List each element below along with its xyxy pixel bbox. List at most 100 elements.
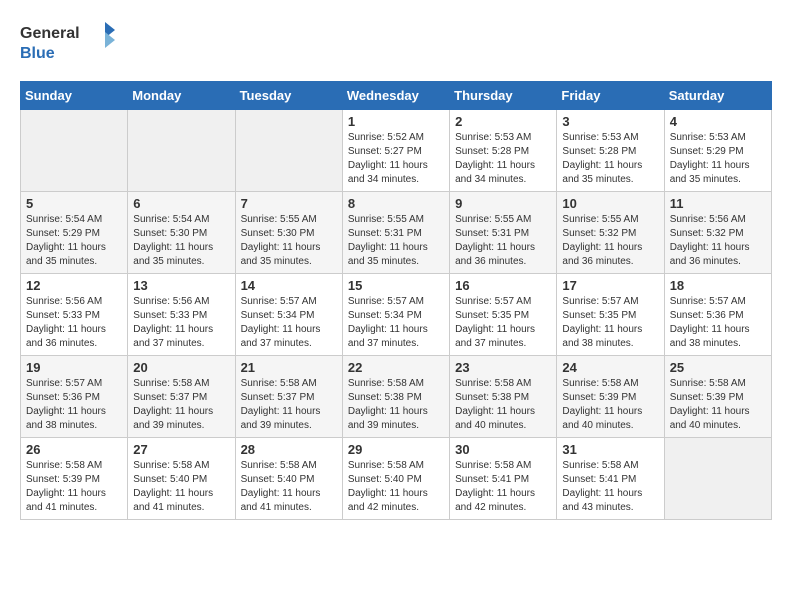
calendar-cell: 15 Sunrise: 5:57 AM Sunset: 5:34 PM Dayl… bbox=[342, 274, 449, 356]
calendar-cell: 9 Sunrise: 5:55 AM Sunset: 5:31 PM Dayli… bbox=[450, 192, 557, 274]
day-number: 20 bbox=[133, 360, 229, 375]
cell-text: Sunrise: 5:58 AM Sunset: 5:39 PM Dayligh… bbox=[670, 377, 766, 433]
cell-text: Sunrise: 5:54 AM Sunset: 5:29 PM Dayligh… bbox=[26, 213, 122, 269]
calendar-cell: 8 Sunrise: 5:55 AM Sunset: 5:31 PM Dayli… bbox=[342, 192, 449, 274]
day-number: 22 bbox=[348, 360, 444, 375]
calendar-cell: 4 Sunrise: 5:53 AM Sunset: 5:29 PM Dayli… bbox=[664, 110, 771, 192]
cell-text: Sunrise: 5:57 AM Sunset: 5:34 PM Dayligh… bbox=[241, 295, 337, 351]
cell-text: Sunrise: 5:58 AM Sunset: 5:38 PM Dayligh… bbox=[455, 377, 551, 433]
calendar-cell: 20 Sunrise: 5:58 AM Sunset: 5:37 PM Dayl… bbox=[128, 356, 235, 438]
calendar-cell: 30 Sunrise: 5:58 AM Sunset: 5:41 PM Dayl… bbox=[450, 438, 557, 520]
cell-text: Sunrise: 5:57 AM Sunset: 5:36 PM Dayligh… bbox=[670, 295, 766, 351]
calendar-week-row: 12 Sunrise: 5:56 AM Sunset: 5:33 PM Dayl… bbox=[21, 274, 772, 356]
calendar-cell: 19 Sunrise: 5:57 AM Sunset: 5:36 PM Dayl… bbox=[21, 356, 128, 438]
cell-text: Sunrise: 5:53 AM Sunset: 5:28 PM Dayligh… bbox=[562, 131, 658, 187]
day-number: 28 bbox=[241, 442, 337, 457]
calendar-cell: 16 Sunrise: 5:57 AM Sunset: 5:35 PM Dayl… bbox=[450, 274, 557, 356]
cell-text: Sunrise: 5:58 AM Sunset: 5:37 PM Dayligh… bbox=[133, 377, 229, 433]
cell-text: Sunrise: 5:58 AM Sunset: 5:41 PM Dayligh… bbox=[455, 459, 551, 515]
calendar-cell: 10 Sunrise: 5:55 AM Sunset: 5:32 PM Dayl… bbox=[557, 192, 664, 274]
cell-text: Sunrise: 5:58 AM Sunset: 5:38 PM Dayligh… bbox=[348, 377, 444, 433]
cell-text: Sunrise: 5:58 AM Sunset: 5:40 PM Dayligh… bbox=[348, 459, 444, 515]
cell-text: Sunrise: 5:58 AM Sunset: 5:39 PM Dayligh… bbox=[562, 377, 658, 433]
day-number: 30 bbox=[455, 442, 551, 457]
cell-text: Sunrise: 5:54 AM Sunset: 5:30 PM Dayligh… bbox=[133, 213, 229, 269]
weekday-header-sunday: Sunday bbox=[21, 82, 128, 110]
day-number: 2 bbox=[455, 114, 551, 129]
calendar-cell bbox=[235, 110, 342, 192]
cell-text: Sunrise: 5:57 AM Sunset: 5:36 PM Dayligh… bbox=[26, 377, 122, 433]
day-number: 29 bbox=[348, 442, 444, 457]
day-number: 27 bbox=[133, 442, 229, 457]
cell-text: Sunrise: 5:56 AM Sunset: 5:32 PM Dayligh… bbox=[670, 213, 766, 269]
calendar-week-row: 1 Sunrise: 5:52 AM Sunset: 5:27 PM Dayli… bbox=[21, 110, 772, 192]
cell-text: Sunrise: 5:56 AM Sunset: 5:33 PM Dayligh… bbox=[26, 295, 122, 351]
day-number: 3 bbox=[562, 114, 658, 129]
day-number: 14 bbox=[241, 278, 337, 293]
calendar-cell: 3 Sunrise: 5:53 AM Sunset: 5:28 PM Dayli… bbox=[557, 110, 664, 192]
cell-text: Sunrise: 5:52 AM Sunset: 5:27 PM Dayligh… bbox=[348, 131, 444, 187]
cell-text: Sunrise: 5:58 AM Sunset: 5:37 PM Dayligh… bbox=[241, 377, 337, 433]
calendar-cell: 14 Sunrise: 5:57 AM Sunset: 5:34 PM Dayl… bbox=[235, 274, 342, 356]
logo-svg: General Blue bbox=[20, 20, 120, 65]
cell-text: Sunrise: 5:55 AM Sunset: 5:32 PM Dayligh… bbox=[562, 213, 658, 269]
page-header: General Blue bbox=[20, 20, 772, 65]
cell-text: Sunrise: 5:53 AM Sunset: 5:29 PM Dayligh… bbox=[670, 131, 766, 187]
calendar-cell: 11 Sunrise: 5:56 AM Sunset: 5:32 PM Dayl… bbox=[664, 192, 771, 274]
calendar-cell: 13 Sunrise: 5:56 AM Sunset: 5:33 PM Dayl… bbox=[128, 274, 235, 356]
day-number: 12 bbox=[26, 278, 122, 293]
cell-text: Sunrise: 5:58 AM Sunset: 5:39 PM Dayligh… bbox=[26, 459, 122, 515]
weekday-header-saturday: Saturday bbox=[664, 82, 771, 110]
day-number: 11 bbox=[670, 196, 766, 211]
calendar-cell: 21 Sunrise: 5:58 AM Sunset: 5:37 PM Dayl… bbox=[235, 356, 342, 438]
calendar-cell bbox=[664, 438, 771, 520]
calendar-cell: 26 Sunrise: 5:58 AM Sunset: 5:39 PM Dayl… bbox=[21, 438, 128, 520]
calendar-week-row: 26 Sunrise: 5:58 AM Sunset: 5:39 PM Dayl… bbox=[21, 438, 772, 520]
day-number: 15 bbox=[348, 278, 444, 293]
cell-text: Sunrise: 5:55 AM Sunset: 5:31 PM Dayligh… bbox=[348, 213, 444, 269]
cell-text: Sunrise: 5:57 AM Sunset: 5:35 PM Dayligh… bbox=[455, 295, 551, 351]
calendar-cell: 1 Sunrise: 5:52 AM Sunset: 5:27 PM Dayli… bbox=[342, 110, 449, 192]
day-number: 1 bbox=[348, 114, 444, 129]
day-number: 9 bbox=[455, 196, 551, 211]
calendar-cell: 18 Sunrise: 5:57 AM Sunset: 5:36 PM Dayl… bbox=[664, 274, 771, 356]
calendar-table: SundayMondayTuesdayWednesdayThursdayFrid… bbox=[20, 81, 772, 520]
day-number: 26 bbox=[26, 442, 122, 457]
day-number: 16 bbox=[455, 278, 551, 293]
day-number: 4 bbox=[670, 114, 766, 129]
day-number: 10 bbox=[562, 196, 658, 211]
day-number: 5 bbox=[26, 196, 122, 211]
calendar-week-row: 5 Sunrise: 5:54 AM Sunset: 5:29 PM Dayli… bbox=[21, 192, 772, 274]
cell-text: Sunrise: 5:56 AM Sunset: 5:33 PM Dayligh… bbox=[133, 295, 229, 351]
calendar-cell: 24 Sunrise: 5:58 AM Sunset: 5:39 PM Dayl… bbox=[557, 356, 664, 438]
weekday-header-friday: Friday bbox=[557, 82, 664, 110]
calendar-cell bbox=[21, 110, 128, 192]
day-number: 21 bbox=[241, 360, 337, 375]
day-number: 24 bbox=[562, 360, 658, 375]
cell-text: Sunrise: 5:57 AM Sunset: 5:35 PM Dayligh… bbox=[562, 295, 658, 351]
calendar-cell: 12 Sunrise: 5:56 AM Sunset: 5:33 PM Dayl… bbox=[21, 274, 128, 356]
cell-text: Sunrise: 5:57 AM Sunset: 5:34 PM Dayligh… bbox=[348, 295, 444, 351]
calendar-cell: 23 Sunrise: 5:58 AM Sunset: 5:38 PM Dayl… bbox=[450, 356, 557, 438]
calendar-cell: 7 Sunrise: 5:55 AM Sunset: 5:30 PM Dayli… bbox=[235, 192, 342, 274]
calendar-cell: 25 Sunrise: 5:58 AM Sunset: 5:39 PM Dayl… bbox=[664, 356, 771, 438]
calendar-week-row: 19 Sunrise: 5:57 AM Sunset: 5:36 PM Dayl… bbox=[21, 356, 772, 438]
day-number: 18 bbox=[670, 278, 766, 293]
day-number: 6 bbox=[133, 196, 229, 211]
svg-text:General: General bbox=[20, 25, 80, 42]
calendar-cell: 5 Sunrise: 5:54 AM Sunset: 5:29 PM Dayli… bbox=[21, 192, 128, 274]
weekday-header-monday: Monday bbox=[128, 82, 235, 110]
calendar-cell: 28 Sunrise: 5:58 AM Sunset: 5:40 PM Dayl… bbox=[235, 438, 342, 520]
calendar-cell: 22 Sunrise: 5:58 AM Sunset: 5:38 PM Dayl… bbox=[342, 356, 449, 438]
calendar-cell: 2 Sunrise: 5:53 AM Sunset: 5:28 PM Dayli… bbox=[450, 110, 557, 192]
weekday-header-wednesday: Wednesday bbox=[342, 82, 449, 110]
day-number: 13 bbox=[133, 278, 229, 293]
calendar-cell bbox=[128, 110, 235, 192]
cell-text: Sunrise: 5:58 AM Sunset: 5:40 PM Dayligh… bbox=[133, 459, 229, 515]
day-number: 7 bbox=[241, 196, 337, 211]
calendar-cell: 17 Sunrise: 5:57 AM Sunset: 5:35 PM Dayl… bbox=[557, 274, 664, 356]
day-number: 25 bbox=[670, 360, 766, 375]
day-number: 31 bbox=[562, 442, 658, 457]
weekday-header-row: SundayMondayTuesdayWednesdayThursdayFrid… bbox=[21, 82, 772, 110]
day-number: 23 bbox=[455, 360, 551, 375]
